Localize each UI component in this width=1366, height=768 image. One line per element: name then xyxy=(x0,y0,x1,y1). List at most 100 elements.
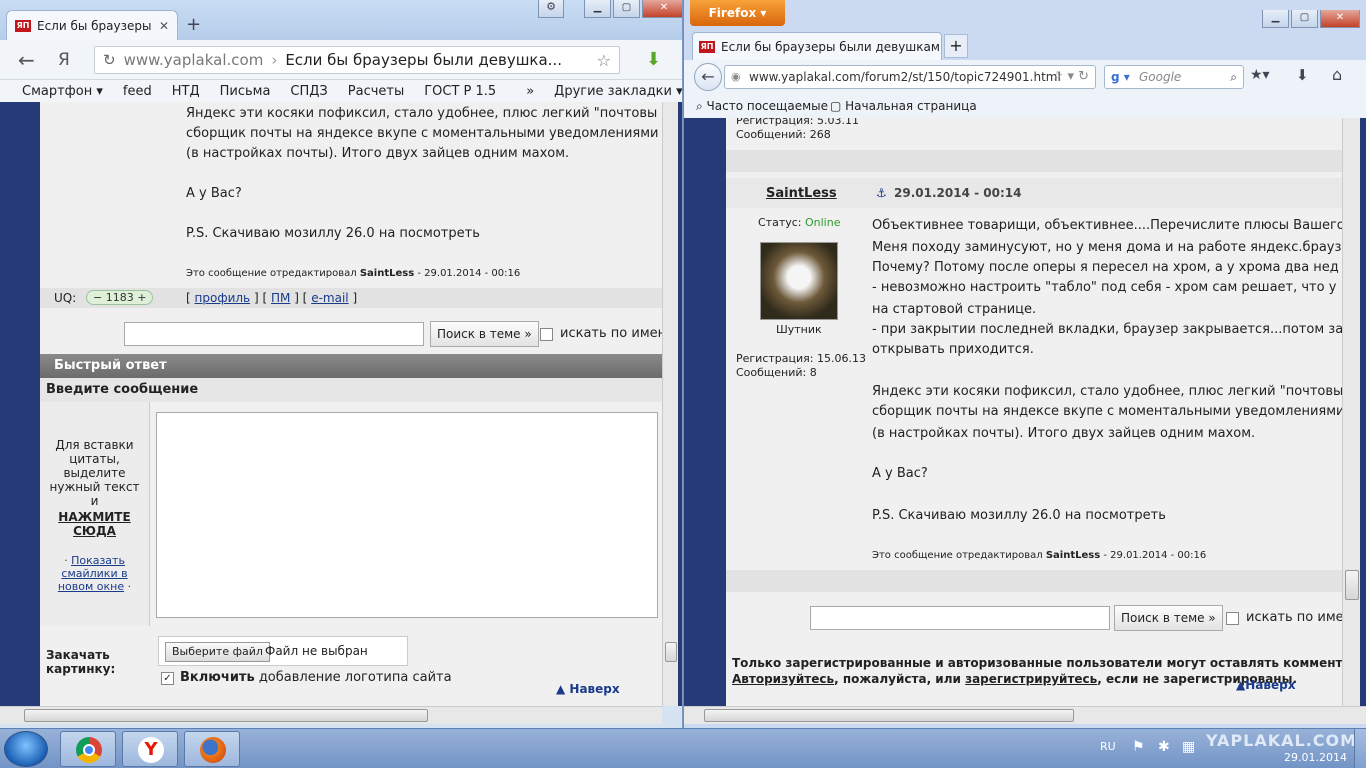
to-top-link[interactable]: ▲ Наверх xyxy=(556,682,620,696)
search-by-name-checkbox[interactable] xyxy=(1226,612,1239,625)
taskbar-chrome[interactable] xyxy=(60,731,116,767)
h-scroll-thumb[interactable] xyxy=(24,709,428,722)
register-link[interactable]: зарегистрируйтесь xyxy=(965,672,1097,686)
login-link[interactable]: Авторизуйтесь xyxy=(732,672,834,686)
most-visited-bookmark[interactable]: ⌕ Часто посещаемые xyxy=(696,94,828,118)
home-icon[interactable]: ⌂ xyxy=(1332,65,1342,84)
close-tab-icon[interactable]: ✕ xyxy=(159,19,169,33)
taskbar-yandex[interactable]: Y xyxy=(122,731,178,767)
user-avatar xyxy=(760,242,838,320)
user-title: Шутник xyxy=(776,323,822,336)
pm-link[interactable]: ПМ xyxy=(271,291,290,305)
post-author[interactable]: SaintLess xyxy=(766,186,837,201)
flag-icon[interactable]: ⚑ xyxy=(1132,739,1145,755)
tab-active[interactable]: ЯП Если бы браузеры были девушками - ... xyxy=(692,32,942,60)
downloads-icon[interactable]: ⬇ xyxy=(1296,66,1309,84)
email-link[interactable]: e-mail xyxy=(311,291,348,305)
vertical-scrollbar[interactable] xyxy=(1342,118,1360,706)
bookmark-calc[interactable]: Расчеты xyxy=(348,84,404,99)
close-window-icon[interactable]: ✕ xyxy=(1320,10,1360,28)
post-line-4: - невозможно настроить "табло" под себя … xyxy=(872,280,1337,295)
back-arrow-icon[interactable]: ← xyxy=(18,48,35,72)
firefox-menu-button[interactable]: Firefox ▾ xyxy=(690,0,785,26)
profile-link[interactable]: профиль xyxy=(195,291,251,305)
post-line-6: - при закрытии последней вкладки, браузе… xyxy=(872,322,1344,337)
bookmark-smartphone[interactable]: Смартфон ▾ xyxy=(22,84,103,99)
minimize-icon[interactable]: ▁ xyxy=(1262,10,1289,28)
uq-label: UQ: xyxy=(54,291,77,305)
search-icon[interactable]: ⌕ xyxy=(1230,66,1237,88)
bracket: ] [ xyxy=(253,291,268,305)
edit-note-suffix: - 29.01.2014 - 00:16 xyxy=(414,268,521,279)
start-page-bookmark[interactable]: ▢ Начальная страница xyxy=(830,94,977,118)
edit-note-user[interactable]: SaintLess xyxy=(360,268,414,279)
bookmarks-overflow[interactable]: » xyxy=(526,84,534,99)
yandex-logo[interactable]: Я xyxy=(58,50,70,70)
minimize-icon[interactable]: ▁ xyxy=(584,0,611,18)
taskbar-firefox[interactable] xyxy=(184,731,240,767)
horizontal-scrollbar[interactable] xyxy=(0,706,662,724)
topic-search-input[interactable] xyxy=(124,322,424,346)
user-msgs: Сообщений: 8 xyxy=(736,366,817,379)
new-tab-button[interactable]: + xyxy=(944,34,968,58)
address-separator: › xyxy=(271,51,278,69)
bookmark-other[interactable]: Другие закладки ▾ xyxy=(554,84,682,99)
file-status: Файл не выбран xyxy=(265,644,368,658)
to-top-link[interactable]: ▲Наверх xyxy=(1236,678,1295,692)
post-line-10: (в настройках почты). Итого двух зайцев … xyxy=(872,426,1256,441)
bookmark-spdz[interactable]: СПДЗ xyxy=(290,84,327,99)
smilies-link[interactable]: · Показать смайлики в новом окне · xyxy=(52,554,137,593)
google-icon[interactable]: g ▾ xyxy=(1111,66,1130,88)
scroll-thumb[interactable] xyxy=(665,642,677,662)
topic-search-button[interactable]: Поиск в теме » xyxy=(430,321,539,347)
close-window-icon[interactable]: ✕ xyxy=(642,0,682,18)
bluetooth-icon[interactable]: ✱ xyxy=(1158,739,1170,755)
h-scroll-thumb[interactable] xyxy=(704,709,1074,722)
address-bar[interactable]: ↻ www.yaplakal.com › Если бы браузеры бы… xyxy=(94,46,620,74)
new-tab-button[interactable]: + xyxy=(186,14,201,35)
bookmark-ntd[interactable]: НТД xyxy=(172,84,200,99)
settings-gear-icon[interactable]: ⚙ xyxy=(538,0,564,18)
reload-icon[interactable]: ↻ xyxy=(103,51,116,69)
star-icon[interactable]: ☆ xyxy=(597,51,611,70)
network-icon[interactable]: ▦ xyxy=(1182,739,1195,755)
clock-date[interactable]: 29.01.2014 xyxy=(1284,751,1347,764)
topic-search-input[interactable] xyxy=(810,606,1110,630)
tab-active[interactable]: ЯП Если бы браузеры бь ✕ xyxy=(6,10,178,40)
back-arrow-icon[interactable]: ← xyxy=(694,63,722,91)
maximize-icon[interactable]: ▢ xyxy=(613,0,640,18)
maximize-icon[interactable]: ▢ xyxy=(1291,10,1318,28)
search-placeholder: Google xyxy=(1139,70,1182,84)
tab-title: Если бы браузеры бь xyxy=(37,18,153,33)
message-textarea[interactable] xyxy=(156,412,658,618)
tab-strip: ЯП Если бы браузеры бь ✕ + ⚙ ▁ ▢ ✕ xyxy=(0,0,682,40)
url-bar[interactable]: ◉ www.yaplakal.com/forum2/st/150/topic72… xyxy=(724,65,1096,89)
topic-search-button[interactable]: Поиск в теме » xyxy=(1114,605,1223,631)
bookmark-letters[interactable]: Письма xyxy=(220,84,271,99)
anchor-icon[interactable]: ⚓ xyxy=(876,186,887,200)
bookmark-star-icon[interactable]: ☆ ▾ ↻ xyxy=(1052,66,1089,88)
user-links: [ профиль ] [ ПМ ] [ e-mail ] xyxy=(186,291,357,305)
download-icon[interactable]: ⬇ xyxy=(646,49,661,70)
search-by-name-checkbox[interactable] xyxy=(540,328,553,341)
search-bar[interactable]: g ▾ Google ⌕ xyxy=(1104,65,1244,89)
logo-checkbox[interactable]: ✓ xyxy=(161,672,174,685)
registration-notice-2: Авторизуйтесь, пожалуйста, или зарегистр… xyxy=(732,672,1298,686)
choose-file-button[interactable]: Выберите файл xyxy=(165,642,270,662)
scroll-thumb[interactable] xyxy=(1345,570,1359,600)
horizontal-scrollbar[interactable] xyxy=(684,706,1366,724)
start-button[interactable] xyxy=(4,731,48,767)
show-desktop-button[interactable] xyxy=(1354,729,1366,768)
press-here-link[interactable]: НАЖМИТЕ СЮДА xyxy=(56,510,133,538)
bookmarks-menu-icon[interactable]: ★▾ xyxy=(1250,67,1270,83)
separator-band xyxy=(726,570,1342,592)
language-indicator[interactable]: RU xyxy=(1100,740,1116,753)
vertical-scrollbar[interactable] xyxy=(662,102,678,706)
navigation-bar: ← ◉ www.yaplakal.com/forum2/st/150/topic… xyxy=(684,60,1366,94)
edit-note-prefix: Это сообщение отредактировал xyxy=(186,268,360,279)
post-line-5: на стартовой странице. xyxy=(872,302,1037,317)
yandex-browser-icon: Y xyxy=(138,737,164,763)
bookmark-feed[interactable]: feed xyxy=(123,84,152,99)
bookmark-gost[interactable]: ГОСТ Р 1.5 xyxy=(424,84,496,99)
uq-rating[interactable]: − 1183 + xyxy=(86,290,154,305)
